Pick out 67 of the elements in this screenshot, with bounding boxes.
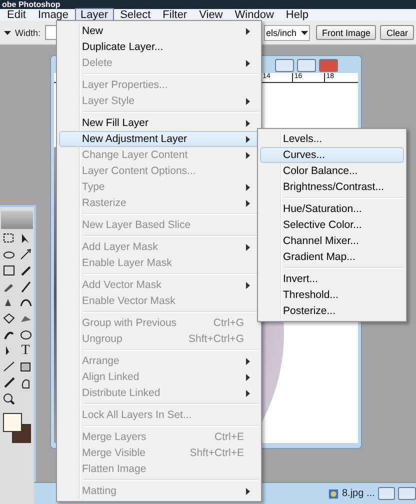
submenu-arrow-icon (246, 282, 250, 288)
menu-item[interactable]: Channel Mixer... (260, 233, 404, 249)
menu-item[interactable]: Posterize... (260, 303, 404, 319)
tool-icon[interactable] (2, 360, 16, 373)
shortcut-text: Ctrl+G (213, 317, 244, 329)
menu-item[interactable]: Color Balance... (260, 163, 404, 179)
menu-title[interactable]: Filter (156, 8, 194, 22)
submenu-arrow-icon (246, 120, 250, 126)
menu-item[interactable]: Selective Color... (260, 217, 404, 233)
tool-icon[interactable] (2, 376, 16, 389)
caret-icon[interactable] (4, 30, 11, 34)
option-button[interactable]: Clear (380, 25, 414, 40)
menu-title[interactable]: View (193, 8, 229, 22)
submenu-arrow-icon (246, 136, 250, 142)
restore-button[interactable] (378, 487, 396, 500)
resolution-select[interactable]: els/inch (264, 24, 310, 40)
document-icon (328, 488, 339, 500)
toolbox-header (1, 211, 33, 229)
minimize-button[interactable] (275, 59, 294, 72)
maximize-button[interactable] (297, 59, 316, 72)
menu-item[interactable]: Gradient Map... (260, 249, 404, 265)
submenu-arrow-icon (246, 244, 250, 250)
menu-item[interactable]: Brightness/Contrast... (260, 179, 404, 195)
tool-icon[interactable] (2, 232, 16, 245)
menu-item[interactable]: New (59, 23, 259, 39)
option-button[interactable]: Front Image (316, 25, 376, 40)
maximize-button[interactable] (398, 487, 416, 500)
submenu-arrow-icon (246, 390, 250, 396)
menu-item[interactable]: Hue/Saturation... (260, 201, 404, 217)
tool-icon[interactable] (18, 360, 32, 373)
caret-icon (300, 30, 308, 34)
tool-icon[interactable] (2, 392, 16, 405)
submenu-arrow-icon (246, 488, 250, 494)
menu-item[interactable]: Invert... (260, 271, 404, 287)
menu-item[interactable]: New Adjustment Layer (59, 131, 259, 147)
tool-icon[interactable] (18, 248, 32, 261)
menu-title[interactable]: Select (114, 8, 157, 22)
submenu-arrow-icon (246, 98, 250, 104)
menu-item[interactable]: Duplicate Layer... (59, 39, 259, 55)
submenu-arrow-icon (246, 60, 250, 66)
menu-item[interactable]: Threshold... (260, 287, 404, 303)
type-tool[interactable]: T (18, 344, 32, 357)
document-name[interactable]: 8.jpg ... (342, 488, 375, 499)
menu-title[interactable]: Help (280, 8, 315, 22)
submenu-arrow-icon (246, 374, 250, 380)
tool-icon[interactable] (2, 312, 16, 325)
shortcut-text: Shft+Ctrl+E (190, 447, 244, 459)
submenu-arrow-icon (246, 184, 250, 190)
menu-item[interactable]: New Fill Layer (59, 115, 259, 131)
tool-icon[interactable] (18, 328, 32, 341)
submenu-arrow-icon (246, 152, 250, 158)
tool-icon[interactable] (2, 264, 16, 277)
submenu-arrow-icon (246, 28, 250, 34)
submenu-arrow-icon (246, 358, 250, 364)
tool-icon[interactable] (18, 280, 32, 293)
menu-title[interactable]: Image (32, 8, 75, 22)
color-swatch-drawing[interactable] (2, 412, 32, 444)
menu-title[interactable]: Window (228, 8, 280, 22)
shortcut-text: Shft+Ctrl+G (188, 333, 244, 345)
menu-title[interactable]: Edit (1, 8, 32, 22)
menu-item[interactable]: Levels... (260, 131, 404, 147)
menu-item[interactable]: Curves... (260, 147, 404, 163)
submenu-arrow-icon (246, 200, 250, 206)
tool-icon[interactable] (18, 264, 32, 277)
width-label: Width: (15, 28, 41, 38)
window-title: obe Photoshop (2, 0, 60, 9)
shortcut-text: Ctrl+E (214, 431, 244, 443)
